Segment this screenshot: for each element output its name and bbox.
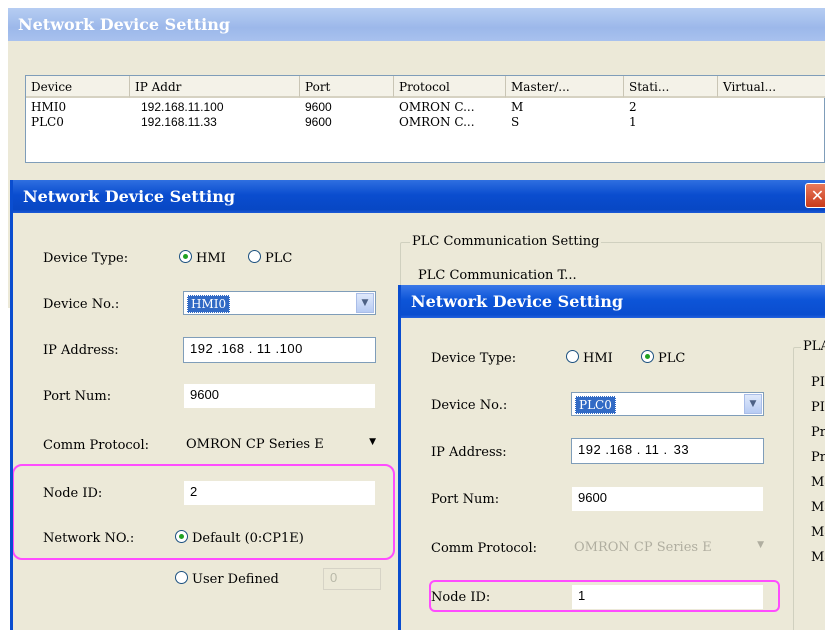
radio-selected-icon (179, 250, 192, 263)
column-header-virtual[interactable]: Virtual... (718, 76, 825, 98)
device-no-value: PLC0 (575, 396, 616, 414)
plc-settings-title: PLA (801, 339, 825, 354)
port-num-field[interactable]: 9600 (183, 383, 376, 409)
network-user-defined-radio[interactable]: User Defined (175, 571, 279, 587)
comm-protocol-select[interactable]: OMRON CP Series E ▼ (179, 432, 379, 456)
ip-octet[interactable]: 192 (190, 341, 213, 356)
user-defined-field[interactable]: 0 (323, 568, 381, 590)
port-num-label: Port Num: (431, 492, 500, 507)
plc-communication-type-label: PLC Communication T... (418, 268, 577, 283)
ip-address-field[interactable]: 192 .168 . 11 .100 (183, 337, 376, 363)
column-header-station[interactable]: Stati... (624, 76, 718, 98)
cell-protocol: OMRON C... (399, 115, 475, 129)
ip-octet[interactable]: 168 (221, 341, 244, 356)
device-type-plc-radio[interactable]: PLC (641, 350, 685, 366)
ip-address-field[interactable]: 192 .168 . 11 . 33 (571, 438, 764, 464)
column-header-ip[interactable]: IP Addr (130, 76, 300, 98)
device-type-plc-radio[interactable]: PLC (248, 250, 292, 266)
plc-setting-label: Ma (811, 525, 825, 540)
ip-octet[interactable]: 11 (253, 341, 272, 356)
device-no-select[interactable]: PLC0 ▼ (571, 392, 764, 416)
column-header-device[interactable]: Device (26, 76, 130, 98)
table-row[interactable]: HMI0 192.168.11.100 9600 OMRON C... M 2 (26, 100, 824, 115)
cell-device: HMI0 (31, 100, 67, 114)
table-row[interactable]: PLC0 192.168.11.33 9600 OMRON C... S 1 (26, 115, 824, 130)
chevron-down-icon[interactable]: ▼ (356, 293, 374, 313)
device-no-label: Device No.: (431, 398, 508, 413)
plc-setting-label: Pr (811, 450, 825, 465)
radio-label: PLC (658, 351, 686, 366)
comm-protocol-label: Comm Protocol: (43, 438, 150, 453)
ip-address-label: IP Address: (431, 445, 507, 460)
cell-station: 2 (629, 100, 637, 114)
radio-icon (566, 350, 579, 363)
comm-protocol-value: OMRON CP Series E (574, 540, 712, 555)
ip-octet[interactable]: 192 (578, 442, 601, 457)
device-no-value: HMI0 (187, 295, 231, 313)
chevron-down-icon[interactable]: ▼ (744, 394, 762, 414)
cell-ip: 192.168.11.33 (141, 115, 217, 129)
device-list-table[interactable]: Device IP Addr Port Protocol Master/... … (25, 75, 825, 163)
radio-label: HMI (583, 351, 613, 366)
comm-protocol-value: OMRON CP Series E (186, 437, 324, 452)
device-no-select[interactable]: HMI0 ▼ (183, 291, 376, 315)
device-no-label: Device No.: (43, 297, 120, 312)
comm-protocol-select[interactable]: OMRON CP Series E ▼ (567, 535, 767, 559)
plc-communication-title: PLC Communication Setting (410, 234, 602, 249)
port-num-label: Port Num: (43, 389, 112, 404)
close-icon[interactable]: ✕ (805, 183, 825, 208)
ip-address-label: IP Address: (43, 343, 119, 358)
plc-setting-label: Ma (811, 475, 825, 490)
device-type-label: Device Type: (431, 351, 517, 366)
radio-icon (175, 571, 188, 584)
background-window-title: Network Device Setting (8, 8, 825, 41)
cell-protocol: OMRON C... (399, 100, 475, 114)
radio-label: PLC (265, 251, 293, 266)
cell-port: 9600 (305, 115, 332, 129)
cell-ip: 192.168.11.100 (141, 100, 224, 114)
node-id-highlight (429, 580, 780, 612)
column-header-port[interactable]: Port (300, 76, 394, 98)
ip-octet[interactable]: 11 (641, 442, 660, 457)
cell-master: S (511, 115, 520, 129)
port-num-field[interactable]: 9600 (571, 486, 764, 512)
dialog-title: Network Device Setting (401, 285, 825, 318)
chevron-down-icon[interactable]: ▼ (369, 437, 376, 447)
plc-setting-label: Pr (811, 425, 825, 440)
cell-master: M (511, 100, 524, 114)
plc-setting-label: PI (811, 400, 825, 415)
plc-setting-label: PI (811, 375, 825, 390)
ip-octet[interactable]: 33 (668, 442, 689, 457)
device-type-hmi-radio[interactable]: HMI (566, 350, 613, 366)
cell-device: PLC0 (31, 115, 64, 129)
comm-protocol-label: Comm Protocol: (431, 541, 538, 556)
column-header-master[interactable]: Master/... (506, 76, 624, 98)
radio-label: User Defined (192, 572, 279, 587)
plc-setting-label: Ma (811, 550, 825, 565)
radio-icon (248, 250, 261, 263)
chevron-down-icon[interactable]: ▼ (757, 540, 764, 550)
cell-station: 1 (629, 115, 637, 129)
plc-setting-label: Ma (811, 500, 825, 515)
radio-selected-icon (641, 350, 654, 363)
dialog-title: Network Device Setting (13, 180, 825, 213)
radio-label: HMI (196, 251, 226, 266)
device-setting-dialog-plc: Network Device Setting Device Type: HMI … (398, 285, 825, 630)
device-type-label: Device Type: (43, 251, 129, 266)
device-type-hmi-radio[interactable]: HMI (179, 250, 226, 266)
cell-port: 9600 (305, 100, 332, 114)
node-network-highlight (13, 464, 395, 560)
ip-octet[interactable]: 100 (280, 341, 303, 356)
ip-octet[interactable]: 168 (609, 442, 632, 457)
column-header-protocol[interactable]: Protocol (394, 76, 506, 98)
